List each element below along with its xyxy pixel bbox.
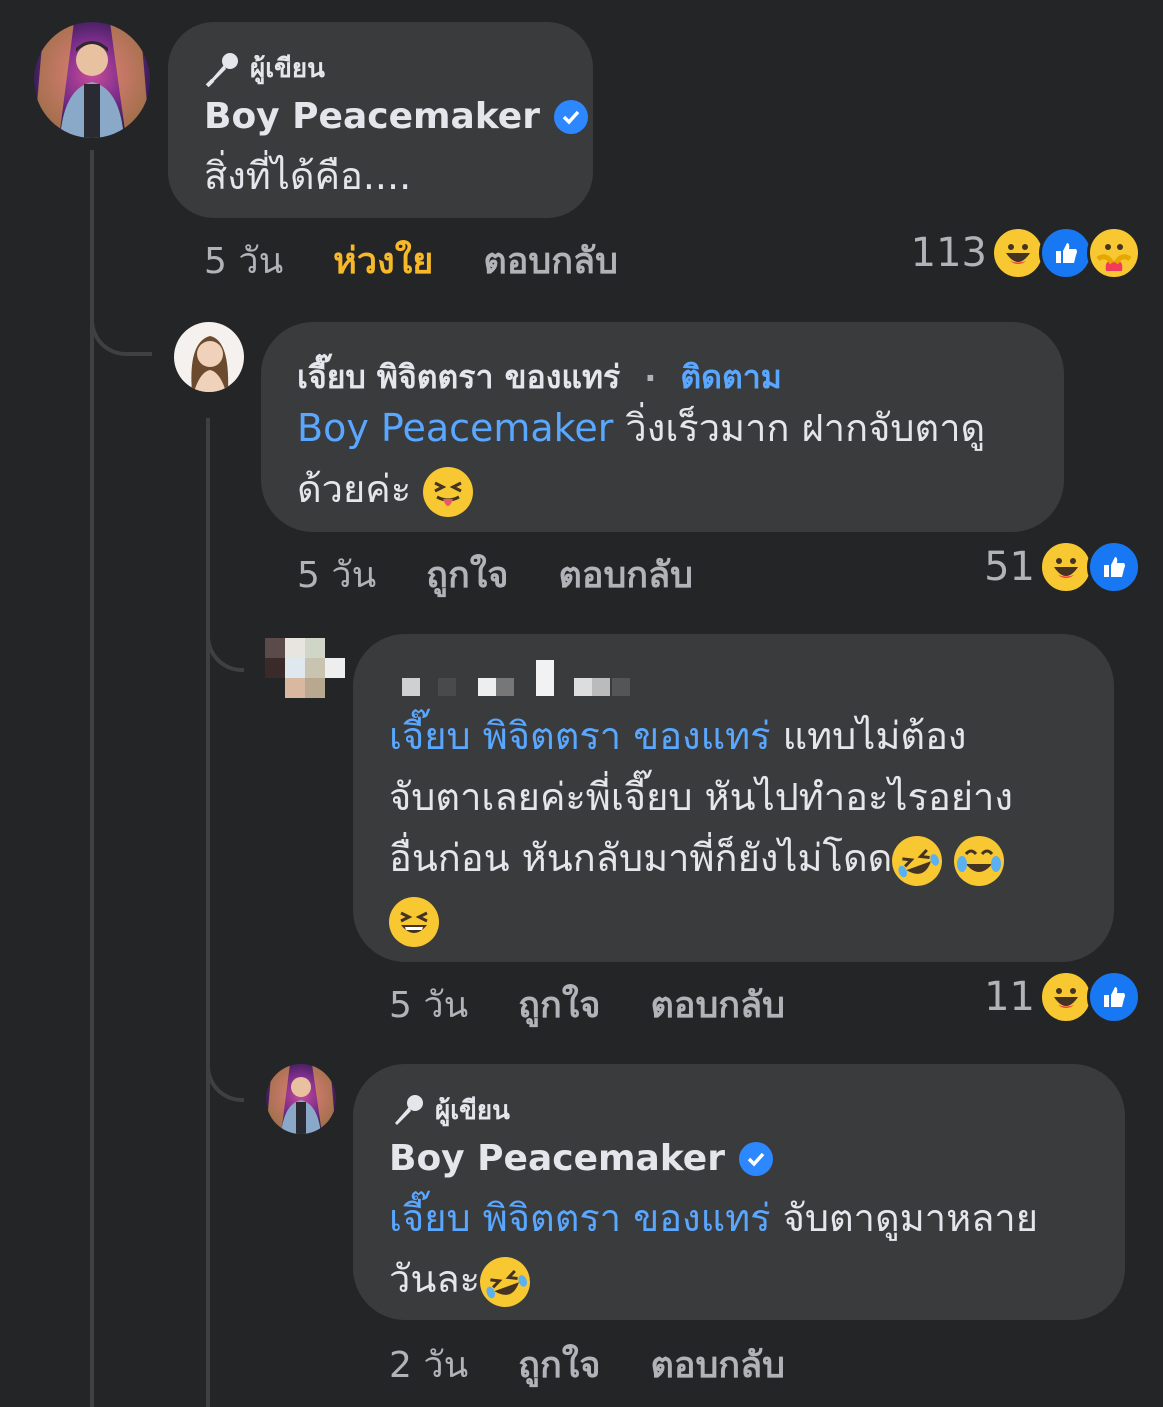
microphone-icon xyxy=(205,52,238,87)
thread-connector-reply3 xyxy=(206,1050,244,1102)
separator-dot: · xyxy=(644,358,657,397)
like-button[interactable]: ถูกใจ xyxy=(518,1336,600,1393)
author-badge: ผู้เขียน xyxy=(389,1090,510,1131)
reply-text-line1: จับตาดูมาหลาย xyxy=(770,1196,1039,1240)
timestamp[interactable]: 2 วัน xyxy=(389,1336,468,1393)
reply-text: เจี๊ยบ พิจิตตรา ของแทร่ แทบไม่ต้อง จับตา… xyxy=(389,706,1013,950)
author-badge: ผู้เขียน xyxy=(204,48,325,89)
like-button[interactable]: ถูกใจ xyxy=(426,546,508,603)
reply-actions: 5 วัน ถูกใจ ตอบกลับ xyxy=(297,546,743,603)
timestamp[interactable]: 5 วัน xyxy=(389,976,468,1033)
reply-text-line1: แทบไม่ต้อง xyxy=(770,714,967,758)
haha-icon xyxy=(1039,540,1093,594)
like-button[interactable]: ถูกใจ xyxy=(518,976,600,1033)
reply-text-line2: วันละ xyxy=(389,1257,481,1301)
reply-text-line2: ด้วยค่ะ xyxy=(297,467,412,511)
commenter-name-text[interactable]: เจี๊ยบ พิจิตตรา ของแทร่ xyxy=(297,352,620,403)
pixelated-name xyxy=(384,660,654,698)
avatar-boy-peacemaker[interactable] xyxy=(266,1064,336,1134)
mention-link[interactable]: เจี๊ยบ พิจิตตรา ของแทร่ xyxy=(389,714,771,758)
reaction-count: 51 xyxy=(984,544,1035,590)
timestamp[interactable]: 5 วัน xyxy=(204,232,283,289)
reply-button[interactable]: ตอบกลับ xyxy=(650,976,785,1033)
reply-header: เจี๊ยบ พิจิตตรา ของแทร่ · ติดตาม xyxy=(297,352,782,403)
like-icon xyxy=(1087,970,1141,1024)
reply-text: เจี๊ยบ พิจิตตรา ของแทร่ จับตาดูมาหลาย วั… xyxy=(389,1188,1039,1314)
reply-actions: 2 วัน ถูกใจ ตอบกลับ xyxy=(389,1336,835,1393)
author-badge-label: ผู้เขียน xyxy=(250,54,325,84)
thread-line-main xyxy=(90,150,94,1407)
rolling-laughing-emoji-icon xyxy=(885,828,950,893)
verified-badge-icon xyxy=(738,1141,773,1176)
commenter-name-text[interactable]: Boy Peacemaker xyxy=(389,1138,725,1179)
rolling-laughing-emoji-icon xyxy=(472,1249,538,1314)
grinning-squinting-emoji-icon xyxy=(389,896,439,947)
reply-text-line1: วิ่งเร็วมาก ฝากจับตาดู xyxy=(613,406,986,450)
reply-text: Boy Peacemaker วิ่งเร็วมาก ฝากจับตาดู ด้… xyxy=(297,398,985,520)
person-silhouette-icon xyxy=(34,22,150,138)
squinting-tongue-emoji-icon xyxy=(423,466,474,517)
follow-button[interactable]: ติดตาม xyxy=(680,352,781,403)
thread-line-nested xyxy=(206,418,210,1407)
like-icon xyxy=(1087,540,1141,594)
reply-button[interactable]: ตอบกลับ xyxy=(483,232,618,289)
thread-connector-reply2 xyxy=(206,620,244,672)
timestamp[interactable]: 5 วัน xyxy=(297,546,376,603)
verified-badge-icon xyxy=(553,99,588,134)
tears-of-joy-emoji-icon xyxy=(954,835,1005,886)
reaction-summary[interactable]: 51 xyxy=(984,540,1141,594)
microphone-icon xyxy=(395,1094,423,1125)
avatar-pixelated[interactable] xyxy=(265,638,345,698)
haha-icon xyxy=(1039,970,1093,1024)
reaction-summary[interactable]: 113 xyxy=(911,226,1141,280)
commenter-name-text[interactable]: Boy Peacemaker xyxy=(204,96,540,137)
reply-button[interactable]: ตอบกลับ xyxy=(558,546,693,603)
reply-actions: 5 วัน ถูกใจ ตอบกลับ xyxy=(389,976,835,1033)
care-icon xyxy=(1087,226,1141,280)
reply-button[interactable]: ตอบกลับ xyxy=(650,1336,785,1393)
person-silhouette-icon xyxy=(266,1064,336,1134)
comment-actions: 5 วัน ห่วงใย ตอบกลับ xyxy=(204,232,668,289)
reaction-count: 113 xyxy=(910,230,987,276)
commenter-name[interactable]: Boy Peacemaker xyxy=(389,1138,773,1179)
comment-text: สิ่งที่ได้คือ.... xyxy=(204,154,412,198)
reply-text-line2: จับตาเลยค่ะพี่เจี๊ยบ หันไปทำอะไรอย่าง xyxy=(389,775,1013,819)
mention-link[interactable]: เจี๊ยบ พิจิตตรา ของแทร่ xyxy=(389,1196,771,1240)
reaction-summary[interactable]: 11 xyxy=(984,970,1141,1024)
person-silhouette-icon xyxy=(191,336,229,392)
avatar-jieb[interactable] xyxy=(174,322,244,392)
thread-connector-reply1 xyxy=(90,300,152,356)
commenter-name[interactable]: Boy Peacemaker xyxy=(204,96,588,137)
avatar-boy-peacemaker[interactable] xyxy=(34,22,150,138)
haha-icon xyxy=(991,226,1045,280)
mention-link[interactable]: Boy Peacemaker xyxy=(297,406,613,450)
reply-text-line3: อื่นก่อน หันกลับมาพี่ก็ยังไม่โดด xyxy=(389,836,893,880)
care-reaction-button[interactable]: ห่วงใย xyxy=(333,232,433,289)
like-icon xyxy=(1039,226,1093,280)
reaction-count: 11 xyxy=(984,974,1035,1020)
author-badge-label: ผู้เขียน xyxy=(435,1096,510,1126)
